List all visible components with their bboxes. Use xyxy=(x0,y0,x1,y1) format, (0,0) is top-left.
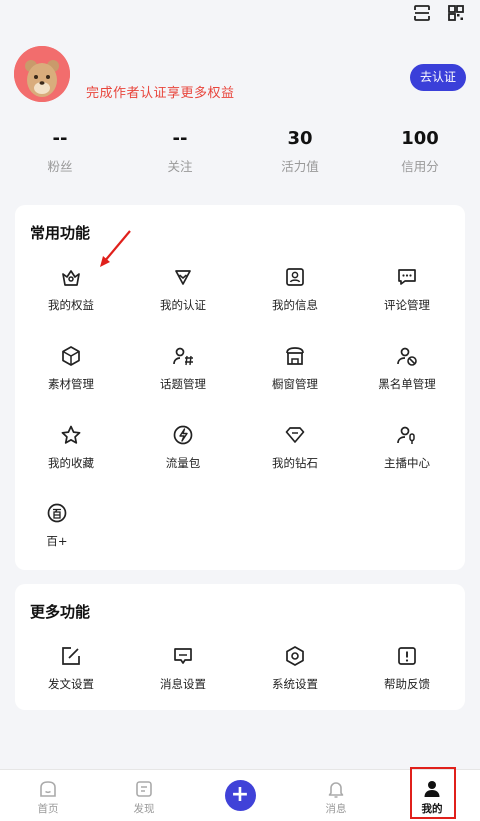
item-topic-manage[interactable]: 话题管理 xyxy=(127,345,239,392)
tab-label: 消息 xyxy=(325,803,347,815)
settings-icon xyxy=(286,646,304,666)
item-label: 消息设置 xyxy=(160,677,206,691)
item-label: 我的权益 xyxy=(48,298,94,312)
edit-icon xyxy=(62,647,80,665)
stat-label: 关注 xyxy=(167,159,193,174)
section-title: 常用功能 xyxy=(30,224,91,242)
item-label: 系统设置 xyxy=(272,677,318,691)
item-label: 我的认证 xyxy=(160,298,206,312)
item-my-diamonds[interactable]: 我的钻石 xyxy=(239,424,351,471)
annotation-arrow-icon xyxy=(100,230,131,267)
item-label: 评论管理 xyxy=(384,298,430,312)
item-traffic-pack[interactable]: 流量包 xyxy=(127,424,239,471)
item-system-settings[interactable]: 系统设置 xyxy=(239,645,351,692)
home-icon xyxy=(40,781,56,797)
bolt-icon xyxy=(173,425,193,445)
item-label: 话题管理 xyxy=(160,377,206,391)
stat-value: 30 xyxy=(287,128,313,149)
top-bar xyxy=(0,0,480,30)
comment-icon xyxy=(398,269,416,285)
stat-label: 活力值 xyxy=(281,159,319,174)
bottom-tab-bar: 首页 发现 + 消息 我的 xyxy=(0,769,480,821)
shop-icon xyxy=(286,347,304,365)
more-functions-card: 更多功能 发文设置 消息设置 系统设置 帮助反馈 xyxy=(15,584,465,710)
tab-discover[interactable]: 发现 xyxy=(96,770,192,821)
bell-icon xyxy=(328,782,344,798)
profile-header: 完成作者认证享更多权益 去认证 xyxy=(14,46,466,106)
stat-value: -- xyxy=(52,128,68,149)
item-blacklist-manage[interactable]: 黑名单管理 xyxy=(351,345,463,392)
verify-heart-icon xyxy=(175,270,191,285)
tab-messages[interactable]: 消息 xyxy=(288,770,384,821)
item-my-rights[interactable]: 我的权益 xyxy=(15,266,127,313)
item-label: 流量包 xyxy=(165,456,201,470)
crown-icon xyxy=(62,270,80,286)
topic-user-icon xyxy=(173,347,193,366)
mic-user-icon xyxy=(397,426,415,444)
scan-icon[interactable] xyxy=(413,4,431,22)
item-my-verify[interactable]: 我的认证 xyxy=(127,266,239,313)
highlight-box xyxy=(410,767,456,819)
item-label: 百+ xyxy=(46,534,68,548)
help-icon xyxy=(398,647,416,665)
discover-icon xyxy=(136,781,152,797)
diamond-icon xyxy=(285,427,305,443)
stat-activity[interactable]: 30 活力值 xyxy=(240,128,360,178)
item-label: 我的钻石 xyxy=(272,456,318,470)
bear-avatar-icon xyxy=(14,46,70,102)
stat-following[interactable]: -- 关注 xyxy=(120,128,240,178)
promo-text[interactable]: 完成作者认证享更多权益 xyxy=(86,82,235,101)
section-title: 更多功能 xyxy=(30,603,91,621)
item-post-settings[interactable]: 发文设置 xyxy=(15,645,127,692)
plus-icon: + xyxy=(224,780,256,811)
stat-fans[interactable]: -- 粉丝 xyxy=(0,128,120,178)
item-label: 橱窗管理 xyxy=(272,377,318,391)
item-my-info[interactable]: 我的信息 xyxy=(239,266,351,313)
star-icon xyxy=(61,425,81,444)
verify-button[interactable]: 去认证 xyxy=(410,64,466,91)
stats-row: -- 粉丝 -- 关注 30 活力值 100 信用分 xyxy=(0,128,480,178)
stat-label: 粉丝 xyxy=(47,159,73,174)
item-label: 素材管理 xyxy=(48,377,94,391)
item-message-settings[interactable]: 消息设置 xyxy=(127,645,239,692)
item-my-favorites[interactable]: 我的收藏 xyxy=(15,424,127,471)
item-label: 我的收藏 xyxy=(48,456,94,470)
qrcode-icon[interactable] xyxy=(447,4,465,22)
message-icon xyxy=(174,648,192,664)
block-user-icon xyxy=(397,347,417,366)
item-help-feedback[interactable]: 帮助反馈 xyxy=(351,645,463,692)
item-material-manage[interactable]: 素材管理 xyxy=(15,345,127,392)
stat-label: 信用分 xyxy=(401,159,439,174)
stat-value: 100 xyxy=(401,128,439,149)
item-label: 主播中心 xyxy=(384,456,430,470)
item-shop-manage[interactable]: 橱窗管理 xyxy=(239,345,351,392)
item-anchor-center[interactable]: 主播中心 xyxy=(351,424,463,471)
item-comment-manage[interactable]: 评论管理 xyxy=(351,266,463,313)
item-bai-plus[interactable]: 百+ xyxy=(27,502,87,549)
stat-value: -- xyxy=(172,128,188,149)
profile-card-icon xyxy=(286,268,304,286)
avatar[interactable] xyxy=(14,46,70,102)
tab-create[interactable]: + xyxy=(192,770,288,821)
item-label: 帮助反馈 xyxy=(384,677,430,691)
stat-credit[interactable]: 100 信用分 xyxy=(360,128,480,178)
bai-icon xyxy=(47,503,67,523)
tab-label: 首页 xyxy=(37,803,59,815)
common-functions-card: 常用功能 我的权益 我的认证 我的信息 评论管理 素材管理 话题管理 橱窗管理 xyxy=(15,205,465,570)
tab-label: 发现 xyxy=(133,803,155,815)
item-label: 黑名单管理 xyxy=(378,377,436,391)
tab-home[interactable]: 首页 xyxy=(0,770,96,821)
item-label: 发文设置 xyxy=(48,677,94,691)
item-label: 我的信息 xyxy=(272,298,318,312)
cube-icon xyxy=(62,346,80,366)
